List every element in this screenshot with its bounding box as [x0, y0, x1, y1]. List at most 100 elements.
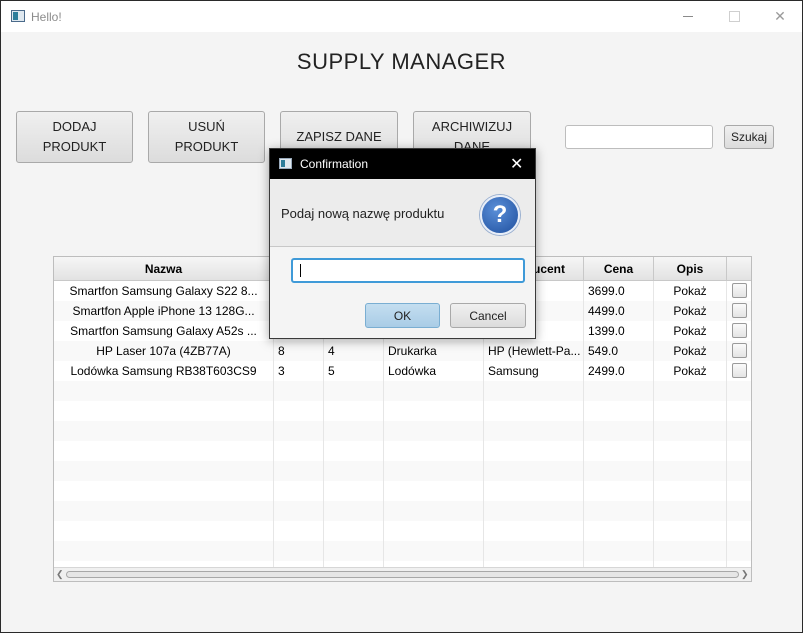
dialog-header: Podaj nową nazwę produktu ? — [270, 179, 535, 247]
scrollbar-thumb[interactable] — [66, 571, 739, 578]
table-cell — [324, 401, 384, 421]
row-select-checkbox[interactable] — [732, 283, 747, 298]
table-cell: HP Laser 107a (4ZB77A) — [54, 341, 274, 361]
show-description-link[interactable]: Pokaż — [654, 341, 727, 361]
table-cell — [727, 281, 751, 301]
table-cell — [384, 461, 484, 481]
remove-product-button[interactable]: USUŃ PRODUKT — [148, 111, 265, 163]
table-cell — [727, 541, 751, 561]
table-cell — [584, 401, 654, 421]
search-input[interactable] — [565, 125, 713, 149]
show-description-link[interactable]: Pokaż — [654, 361, 727, 381]
table-cell — [484, 401, 584, 421]
dialog-close-icon[interactable]: ✕ — [510, 154, 523, 174]
maximize-button[interactable] — [711, 1, 757, 32]
table-cell: 4499.0 — [584, 301, 654, 321]
table-cell: 8 — [274, 341, 324, 361]
table-cell — [384, 501, 484, 521]
table-cell — [654, 501, 727, 521]
search-button[interactable]: Szukaj — [724, 125, 774, 149]
table-cell — [54, 381, 274, 401]
row-select-checkbox[interactable] — [732, 303, 747, 318]
table-cell — [274, 481, 324, 501]
page-title: SUPPLY MANAGER — [296, 49, 507, 74]
table-cell — [727, 361, 751, 381]
table-cell: 5 — [324, 361, 384, 381]
maximize-icon — [728, 11, 740, 22]
dialog-titlebar: Confirmation ✕ — [270, 149, 535, 179]
table-cell — [324, 381, 384, 401]
ok-button[interactable]: OK — [365, 303, 440, 328]
table-cell: HP (Hewlett-Pa... — [484, 341, 584, 361]
show-description-link[interactable]: Pokaż — [654, 301, 727, 321]
show-description-link[interactable]: Pokaż — [654, 321, 727, 341]
table-cell — [584, 461, 654, 481]
column-header-select[interactable] — [727, 257, 751, 281]
dialog-title: Confirmation — [300, 157, 369, 171]
table-cell — [384, 441, 484, 461]
text-caret — [300, 264, 301, 277]
row-select-checkbox[interactable] — [732, 343, 747, 358]
table-cell: 3 — [274, 361, 324, 381]
table-cell: 1399.0 — [584, 321, 654, 341]
table-cell: Smartfon Apple iPhone 13 128G... — [54, 301, 274, 321]
table-cell — [274, 401, 324, 421]
table-cell — [727, 481, 751, 501]
table-cell: 2499.0 — [584, 361, 654, 381]
add-product-button[interactable]: DODAJ PRODUKT — [16, 111, 133, 163]
minimize-button[interactable] — [665, 1, 711, 32]
dialog-message: Podaj nową nazwę produktu — [281, 206, 445, 221]
table-cell — [654, 441, 727, 461]
table-cell — [584, 481, 654, 501]
table-cell — [54, 521, 274, 541]
product-name-input[interactable] — [291, 258, 525, 283]
column-header-description[interactable]: Opis — [654, 257, 727, 281]
window-title: Hello! — [31, 10, 62, 24]
table-cell — [584, 421, 654, 441]
dialog-app-icon — [279, 158, 292, 169]
table-cell — [384, 421, 484, 441]
row-select-checkbox[interactable] — [732, 323, 747, 338]
table-row — [54, 541, 751, 561]
close-window-button[interactable]: ✕ — [757, 1, 802, 32]
horizontal-scrollbar[interactable]: ❮ ❯ — [54, 567, 751, 581]
table-cell: Lodówka Samsung RB38T603CS9 — [54, 361, 274, 381]
row-select-checkbox[interactable] — [732, 363, 747, 378]
search-button-label: Szukaj — [730, 130, 768, 144]
table-cell — [484, 461, 584, 481]
table-cell: 3699.0 — [584, 281, 654, 301]
table-row — [54, 401, 751, 421]
table-cell — [54, 461, 274, 481]
table-cell — [654, 481, 727, 501]
table-cell — [274, 521, 324, 541]
table-cell — [384, 541, 484, 561]
column-header-price[interactable]: Cena — [584, 257, 654, 281]
column-header-name[interactable]: Nazwa — [54, 257, 274, 281]
table-cell — [54, 481, 274, 501]
table-cell — [324, 541, 384, 561]
table-cell — [727, 341, 751, 361]
table-cell — [484, 521, 584, 541]
table-cell — [727, 381, 751, 401]
cancel-button[interactable]: Cancel — [450, 303, 526, 328]
table-row[interactable]: HP Laser 107a (4ZB77A) 8 4 Drukarka HP (Hewl… — [54, 341, 751, 361]
window-titlebar: Hello! ✕ — [1, 1, 802, 32]
table-cell — [584, 521, 654, 541]
show-description-link[interactable]: Pokaż — [654, 281, 727, 301]
table-cell — [654, 541, 727, 561]
table-cell — [654, 381, 727, 401]
table-cell — [274, 541, 324, 561]
minimize-icon — [683, 16, 693, 17]
table-cell: Drukarka — [384, 341, 484, 361]
table-cell: Samsung — [484, 361, 584, 381]
table-cell — [484, 501, 584, 521]
table-cell — [654, 521, 727, 541]
table-row[interactable]: Lodówka Samsung RB38T603CS9 3 5 Lodówka Sams… — [54, 361, 751, 381]
table-cell — [584, 381, 654, 401]
table-cell — [727, 441, 751, 461]
table-cell — [727, 501, 751, 521]
table-cell — [324, 521, 384, 541]
table-cell — [654, 421, 727, 441]
scroll-left-icon[interactable]: ❮ — [56, 569, 64, 580]
scroll-right-icon[interactable]: ❯ — [741, 569, 749, 580]
